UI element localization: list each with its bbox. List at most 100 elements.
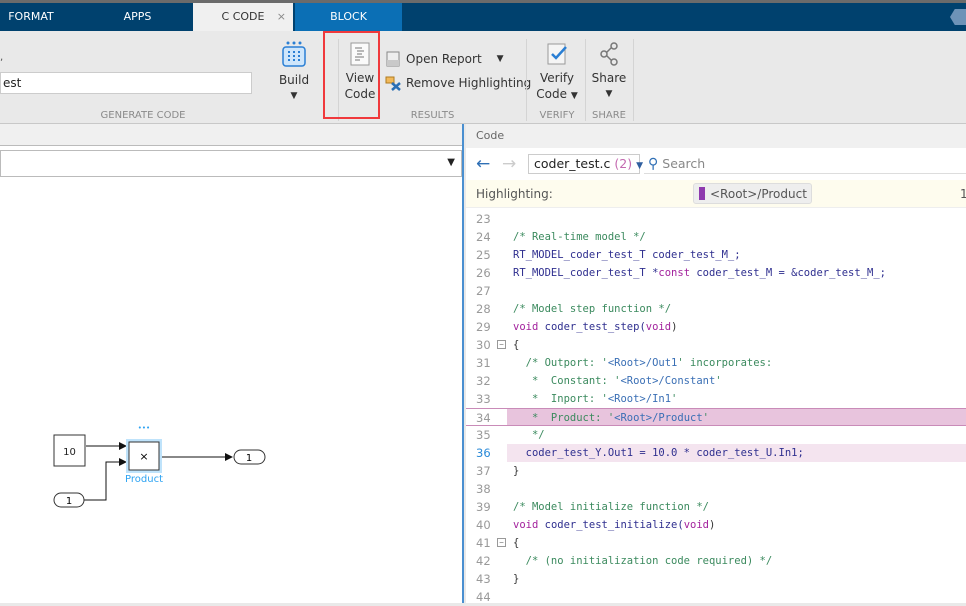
- view-code-button[interactable]: View Code: [341, 42, 379, 102]
- code-line: 31 /* Outport: '<Root>/Out1' incorporate…: [466, 354, 966, 372]
- highlighting-label: Highlighting:: [476, 187, 553, 201]
- code-token: */: [513, 429, 545, 441]
- code-line: 42 /* (no initialization code required) …: [466, 552, 966, 570]
- chevron-down-icon: ▼: [447, 157, 455, 168]
- fold-toggle-icon[interactable]: −: [497, 340, 506, 349]
- build-label: Build: [278, 73, 310, 87]
- line-number: 32: [476, 374, 491, 388]
- code-token: RT_MODEL_coder_test_T coder_test_M_;: [513, 249, 741, 261]
- code-token: coder_test_step(: [538, 321, 646, 333]
- share-button[interactable]: Share ▼: [589, 42, 629, 102]
- code-token: /* Outport: ': [513, 357, 608, 369]
- code-text: */: [513, 426, 545, 444]
- code-line: 41−{: [466, 534, 966, 552]
- tab-c-code-label: C CODE: [221, 10, 265, 23]
- code-token: void: [645, 321, 672, 333]
- inport-number: 1: [66, 496, 72, 507]
- fold-toggle-icon[interactable]: −: [497, 538, 506, 547]
- tab-apps[interactable]: APPS: [100, 3, 175, 31]
- verify-icon: [547, 43, 567, 65]
- code-token: ': [671, 393, 678, 405]
- field-label-fragment: ,: [0, 52, 4, 63]
- code-line: 39 /* Model initialize function */: [466, 498, 966, 516]
- line-number: 23: [476, 212, 491, 226]
- chevron-down-icon: ▼: [636, 161, 643, 171]
- code-line: 27: [466, 282, 966, 300]
- code-text: /* Model step function */: [513, 300, 671, 318]
- verify-code-label-2: Code: [536, 87, 567, 101]
- code-token: ' incorporates:: [677, 357, 773, 369]
- code-line: 26 RT_MODEL_coder_test_T *const coder_tes…: [466, 264, 966, 282]
- remove-highlighting-button[interactable]: Remove Highlighting: [385, 75, 531, 91]
- verify-code-button[interactable]: Verify Code ▼: [532, 42, 582, 104]
- remove-highlighting-label: Remove Highlighting: [406, 76, 532, 90]
- product-label: Product: [125, 474, 163, 485]
- code-token: {: [513, 537, 520, 549]
- open-report-label: Open Report: [406, 52, 482, 66]
- highlight-chip-label: <Root>/Product: [710, 186, 807, 201]
- code-text: /* (no initialization code required) */: [513, 552, 773, 570]
- tab-c-code[interactable]: C CODE ×: [193, 3, 293, 31]
- build-icon: [282, 41, 306, 67]
- line-number: 40: [476, 518, 491, 532]
- code-editor[interactable]: 23 24 /* Real-time model */ 25 RT_MODEL_code…: [466, 210, 966, 604]
- model-name-input[interactable]: est: [0, 72, 252, 94]
- code-text: void coder_test_step(void): [513, 318, 677, 336]
- code-token: coder_test_M = &coder_test_M_;: [690, 267, 886, 279]
- code-panel: Code ← → coder_test.c (2) ▼ ⚲ Search Hig…: [466, 124, 966, 604]
- line-number: 31: [476, 356, 491, 370]
- code-token: RT_MODEL_coder_test_T *: [513, 267, 659, 279]
- code-text: }: [513, 462, 519, 480]
- forward-arrow-icon[interactable]: →: [502, 154, 516, 174]
- code-token: }: [513, 573, 520, 585]
- code-token: * Constant: ': [513, 375, 621, 387]
- code-token: /* (no initialization code required) */: [513, 555, 773, 567]
- code-line: 33 * Inport: '<Root>/In1': [466, 390, 966, 408]
- line-number: 24: [476, 230, 491, 244]
- file-selector-dropdown[interactable]: coder_test.c (2) ▼: [528, 154, 643, 174]
- product-symbol: ×: [139, 450, 148, 463]
- code-line: 25 RT_MODEL_coder_test_T coder_test_M_;: [466, 246, 966, 264]
- line-number: 34: [476, 411, 491, 425]
- code-token: void: [683, 519, 709, 531]
- group-verify: VERIFY: [539, 110, 575, 121]
- chevron-down-icon: ▼: [290, 91, 298, 101]
- code-line: 32 * Constant: '<Root>/Constant': [466, 372, 966, 390]
- tab-format[interactable]: FORMAT: [0, 3, 62, 31]
- code-line: 36 coder_test_Y.Out1 = 10.0 * coder_test…: [466, 444, 966, 462]
- code-line: 43}: [466, 570, 966, 588]
- more-options-icon[interactable]: •••: [138, 424, 150, 432]
- code-line: 40 void coder_test_initialize(void): [466, 516, 966, 534]
- code-token: <Root>/Constant: [620, 375, 716, 387]
- code-line: 34 * Product: '<Root>/Product': [466, 408, 966, 426]
- code-token: * Inport: ': [513, 393, 608, 405]
- code-line: 28 /* Model step function */: [466, 300, 966, 318]
- code-text: RT_MODEL_coder_test_T *const coder_test_…: [513, 264, 886, 282]
- model-browser-dropdown[interactable]: ▼: [0, 150, 462, 177]
- code-token: {: [513, 339, 520, 351]
- search-input[interactable]: ⚲ Search: [644, 154, 966, 174]
- back-arrow-icon[interactable]: ←: [476, 154, 490, 174]
- chevron-down-icon: ▼: [570, 91, 578, 101]
- code-token: void: [513, 321, 539, 333]
- share-label: Share: [591, 71, 627, 85]
- code-token: coder_test_Y.Out1 = 10.0 * coder_test_U.…: [513, 447, 804, 459]
- build-button[interactable]: Build ▼: [276, 40, 312, 104]
- code-token: ': [702, 412, 709, 424]
- code-token: <Root>/Product: [614, 412, 703, 424]
- block-diagram: 10 1 1 × Product •••: [53, 424, 266, 508]
- open-report-button[interactable]: Open Report ▼: [385, 51, 504, 67]
- line-number: 37: [476, 464, 491, 478]
- code-text: {: [513, 336, 519, 354]
- highlight-chip[interactable]: <Root>/Product: [693, 183, 812, 204]
- line-number: 28: [476, 302, 491, 316]
- code-line: 37}: [466, 462, 966, 480]
- line-number: 44: [476, 590, 491, 604]
- panel-header: [0, 124, 462, 146]
- constant-value: 10: [63, 447, 76, 458]
- collapse-ribbon-icon[interactable]: [950, 9, 966, 25]
- view-code-label-2: Code: [344, 87, 376, 101]
- view-code-label-1: View: [345, 71, 375, 85]
- close-icon[interactable]: ×: [277, 3, 286, 31]
- tab-block[interactable]: BLOCK: [295, 3, 402, 31]
